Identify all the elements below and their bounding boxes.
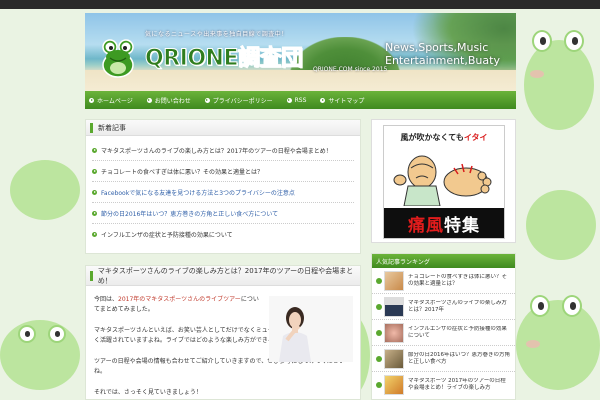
site-logo[interactable]: QRIONE調査団 bbox=[144, 40, 303, 72]
arrow-icon bbox=[92, 210, 97, 216]
ranking-item-link[interactable]: マキタスポーツ 2017年のツアーの日程や会場まとめ！ライブの楽しみ方 bbox=[408, 378, 511, 392]
heading-bar-icon bbox=[90, 270, 93, 281]
article-text: 今回は、 bbox=[94, 296, 119, 303]
banner-title-white: 特集 bbox=[444, 215, 480, 236]
ranking-item-link[interactable]: マキタスポーツさんのライブの楽しみ方とは？2017年 bbox=[408, 300, 511, 314]
arrow-icon bbox=[89, 97, 94, 103]
rank-badge-icon bbox=[376, 303, 382, 310]
article-paragraph: 今回は、2017年のマキタスポーツさんのライブツアーについてまとめてみました。 bbox=[94, 295, 264, 315]
nav-item-label: サイトマップ bbox=[328, 97, 365, 105]
site-logo-subtitle: QRIONE.COM since 2015 bbox=[313, 66, 388, 73]
background-frog-right bbox=[516, 20, 600, 400]
nav-item-privacy[interactable]: プライバシーポリシー bbox=[204, 96, 273, 105]
new-posts-header: 新着記事 bbox=[86, 120, 360, 136]
header-slogan: News,Sports,Music Entertainment,Buaty bbox=[385, 41, 500, 67]
list-item-link[interactable]: Facebookで気になる友達を見つける方法と3つのプライバシーの注意点 bbox=[101, 188, 295, 197]
ranking-item[interactable]: マキタスポーツ 2017年のツアーの日程や会場まとめ！ライブの楽しみ方 bbox=[372, 372, 515, 398]
arrow-icon bbox=[92, 189, 97, 195]
arrow-icon bbox=[146, 97, 152, 103]
ranking-item-link[interactable]: インフルエンザの症状と予防接種の効果について bbox=[408, 326, 511, 340]
article-header: マキタスポーツさんのライブの楽しみ方とは？2017年のツアーの日程や会場まとめ！ bbox=[86, 266, 360, 286]
ranking-thumbnail bbox=[384, 375, 404, 395]
ranking-item[interactable]: 節分の日2016年はいつ？恵方巻きの方角と正しい食べ方 bbox=[372, 346, 515, 372]
slogan-line-1: News,Sports,Music bbox=[385, 41, 489, 54]
arrow-icon bbox=[92, 168, 97, 174]
ranking-thumbnail bbox=[384, 296, 404, 317]
ranking-panel: 人気記事ランキング チョコレートの食べすぎは体に悪い？その効果と適量とは？ マキ… bbox=[371, 253, 516, 400]
ranking-title: 人気記事ランキング bbox=[372, 254, 515, 268]
ranking-thumbnail bbox=[384, 270, 404, 291]
frog-mascot-icon bbox=[102, 39, 134, 78]
main-navigation: ホームページ お問い合わせ プライバシーポリシー RSS サイトマップ bbox=[85, 91, 516, 109]
rank-badge-icon bbox=[376, 329, 382, 336]
banner-headline-text: 風が吹かなくても bbox=[400, 133, 464, 142]
top-bar bbox=[0, 0, 600, 9]
arrow-icon bbox=[320, 97, 326, 103]
ranking-item[interactable]: マキタスポーツさんのライブの楽しみ方とは？2017年 bbox=[372, 294, 515, 320]
nav-item-contact[interactable]: お問い合わせ bbox=[146, 96, 191, 105]
article-paragraph: それでは、さっそく見ていきましょう！ bbox=[94, 389, 202, 396]
list-item[interactable]: マキタスポーツさんのライブの楽しみ方とは？2017年のツアーの日程や会場まとめ！ bbox=[92, 140, 354, 161]
site-header-banner[interactable]: 気になるニュースや出来事を独自目線で調査中！ QRIONE調査団 QRIONE.… bbox=[85, 13, 516, 92]
list-item-link[interactable]: マキタスポーツさんのライブの楽しみ方とは？2017年のツアーの日程や会場まとめ！ bbox=[101, 146, 332, 155]
article-title[interactable]: マキタスポーツさんのライブの楽しみ方とは？2017年のツアーの日程や会場まとめ！ bbox=[98, 266, 360, 286]
background-frog-left bbox=[0, 120, 85, 400]
rank-badge-icon bbox=[376, 382, 382, 388]
ranking-item[interactable]: チョコレートの食べすぎは体に悪い？その効果と適量とは？ bbox=[372, 268, 515, 294]
banner-inner: 風が吹かなくてもイタイ 痛風 特集 bbox=[383, 125, 505, 239]
ranking-thumbnail bbox=[384, 322, 404, 343]
gout-feature-banner[interactable]: 風が吹かなくてもイタイ 痛風 特集 bbox=[371, 119, 516, 243]
banner-title-red: 痛風 bbox=[408, 215, 444, 236]
nav-item-rss[interactable]: RSS bbox=[286, 96, 307, 104]
nav-item-label: ホームページ bbox=[97, 97, 133, 105]
list-item[interactable]: インフルエンザの症状と予防接種の効果について bbox=[92, 224, 354, 245]
new-posts-title: 新着記事 bbox=[98, 123, 126, 132]
arrow-icon bbox=[92, 147, 97, 153]
list-item[interactable]: Facebookで気になる友達を見つける方法と3つのプライバシーの注意点 bbox=[92, 182, 354, 203]
new-posts-list: マキタスポーツさんのライブの楽しみ方とは？2017年のツアーの日程や会場まとめ！… bbox=[86, 136, 360, 245]
rank-badge-icon bbox=[376, 277, 382, 284]
article-highlight: 2017年のマキタスポーツさんのライブツアー bbox=[118, 296, 241, 303]
banner-headline-red: イタイ bbox=[463, 133, 488, 142]
banner-title: 痛風 特集 bbox=[384, 208, 504, 238]
list-item[interactable]: 節分の日2016年はいつ？恵方巻きの方角と正しい食べ方について bbox=[92, 203, 354, 224]
list-item[interactable]: チョコレートの食べすぎは体に悪い？その効果と適量とは？ bbox=[92, 161, 354, 182]
ranking-item[interactable]: インフルエンザの症状と予防接種の効果について bbox=[372, 320, 515, 346]
article-panel: マキタスポーツさんのライブの楽しみ方とは？2017年のツアーの日程や会場まとめ！… bbox=[85, 265, 361, 400]
nav-item-label: プライバシーポリシー bbox=[212, 97, 273, 105]
ranking-item-link[interactable]: 節分の日2016年はいつ？恵方巻きの方角と正しい食べ方 bbox=[408, 352, 511, 366]
beach-decoration bbox=[85, 70, 516, 92]
nav-item-sitemap[interactable]: サイトマップ bbox=[320, 96, 364, 105]
ranking-item-link[interactable]: チョコレートの食べすぎは体に悪い？その効果と適量とは？ bbox=[408, 274, 511, 288]
slogan-line-2: Entertainment,Buaty bbox=[385, 54, 500, 67]
banner-headline: 風が吹かなくてもイタイ bbox=[384, 132, 504, 143]
arrow-icon bbox=[286, 97, 292, 103]
heading-bar-icon bbox=[90, 122, 93, 133]
nav-item-label: お問い合わせ bbox=[154, 97, 191, 105]
list-item-link[interactable]: チョコレートの食べすぎは体に悪い？その効果と適量とは？ bbox=[101, 167, 263, 176]
arrow-icon bbox=[92, 232, 97, 237]
arrow-icon bbox=[204, 97, 210, 103]
gout-pain-illustration-icon bbox=[393, 155, 492, 206]
ranking-thumbnail bbox=[384, 348, 404, 369]
new-posts-panel: 新着記事 マキタスポーツさんのライブの楽しみ方とは？2017年のツアーの日程や会… bbox=[85, 119, 361, 254]
nav-item-home[interactable]: ホームページ bbox=[89, 96, 133, 105]
list-item-link[interactable]: 節分の日2016年はいつ？恵方巻きの方角と正しい食べ方について bbox=[101, 209, 278, 218]
nav-item-label: RSS bbox=[294, 96, 307, 104]
article-thumbnail-woman-image bbox=[269, 296, 353, 362]
list-item-link[interactable]: インフルエンザの症状と予防接種の効果について bbox=[101, 230, 233, 239]
rank-badge-icon bbox=[376, 355, 382, 362]
site-tagline: 気になるニュースや出来事を独自目線で調査中！ bbox=[145, 31, 288, 38]
